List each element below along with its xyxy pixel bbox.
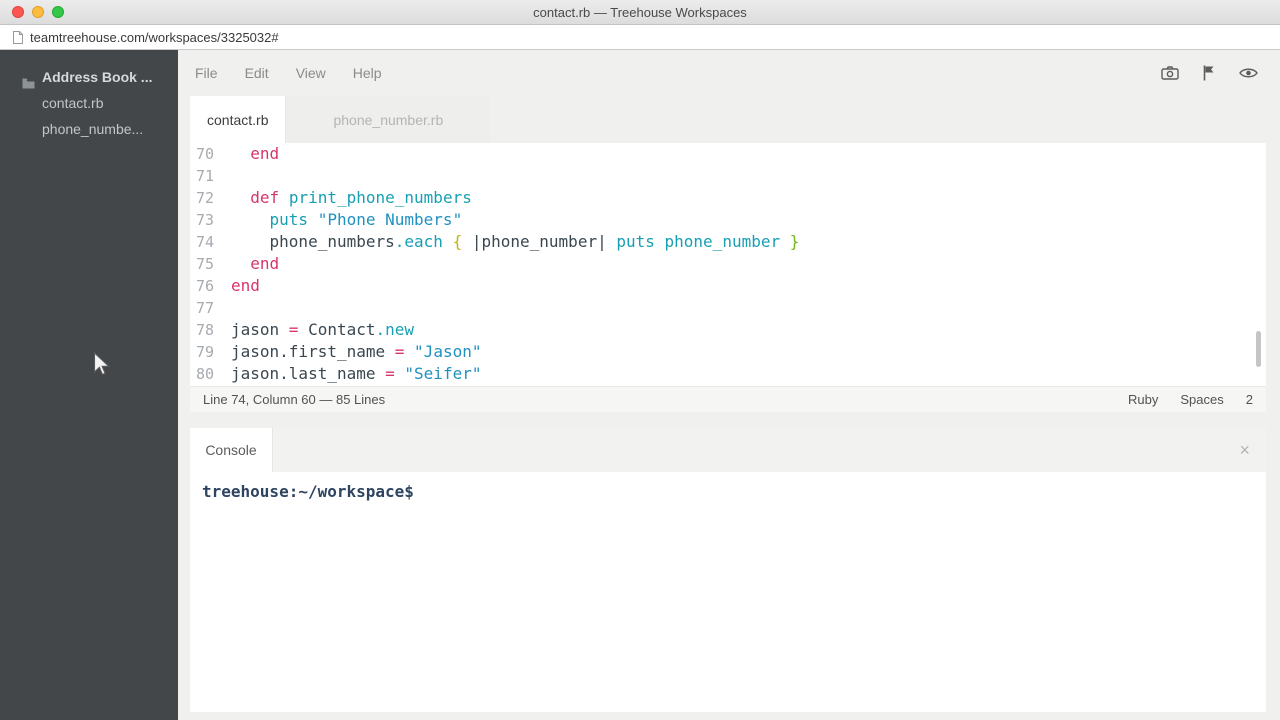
- tab-phone-number-rb[interactable]: phone_number.rb: [285, 96, 490, 143]
- flag-icon[interactable]: [1203, 65, 1215, 81]
- code-text: def print_phone_numbers: [231, 188, 472, 207]
- code-text: phone_numbers.each { |phone_number| puts…: [231, 232, 799, 251]
- line-number: 78: [192, 319, 214, 341]
- console-tab[interactable]: Console: [190, 428, 273, 472]
- line-number: 80: [192, 363, 214, 385]
- code-line: 77: [190, 297, 1266, 319]
- camera-icon[interactable]: [1161, 66, 1179, 80]
- console-terminal[interactable]: treehouse:~/workspace$: [190, 472, 1266, 712]
- code-line: 70 end: [190, 143, 1266, 165]
- status-indent-value[interactable]: 2: [1246, 392, 1253, 407]
- url-bar[interactable]: teamtreehouse.com/workspaces/3325032#: [0, 25, 1280, 50]
- sidebar-item-address-book[interactable]: Address Book ...: [0, 64, 178, 90]
- tab-contact-rb[interactable]: contact.rb: [190, 96, 285, 143]
- sidebar-item-phone-number-rb[interactable]: phone_numbe...: [0, 116, 178, 142]
- code-line: 76 end: [190, 275, 1266, 297]
- code-text: end: [231, 144, 279, 163]
- code-line: 72 def print_phone_numbers: [190, 187, 1266, 209]
- eye-icon[interactable]: [1239, 67, 1258, 79]
- code-editor[interactable]: 70 end7172 def print_phone_numbers73 put…: [190, 143, 1266, 386]
- line-number: 76: [192, 275, 214, 297]
- window-titlebar: contact.rb — Treehouse Workspaces: [0, 0, 1280, 25]
- code-text: puts "Phone Numbers": [231, 210, 462, 229]
- line-number: 70: [192, 143, 214, 165]
- sidebar-item-label: contact.rb: [42, 95, 103, 111]
- status-right: Ruby Spaces 2: [1128, 392, 1253, 407]
- tab-label: phone_number.rb: [333, 112, 443, 128]
- menu-item-file[interactable]: File: [195, 65, 218, 81]
- line-number: 73: [192, 209, 214, 231]
- status-language[interactable]: Ruby: [1128, 392, 1158, 407]
- status-indent-label[interactable]: Spaces: [1180, 392, 1223, 407]
- tab-label: contact.rb: [207, 112, 268, 128]
- main-pane: File Edit View Help contact.rb: [178, 50, 1280, 720]
- console-close-icon[interactable]: ×: [1239, 441, 1266, 459]
- code-line: 75 end: [190, 253, 1266, 275]
- menu-item-help[interactable]: Help: [353, 65, 382, 81]
- page-icon: [12, 30, 24, 45]
- sidebar-item-label: phone_numbe...: [42, 121, 143, 137]
- code-line: 80 jason.last_name = "Seifer": [190, 363, 1266, 385]
- code-text: jason.last_name = "Seifer": [231, 364, 481, 383]
- window-title: contact.rb — Treehouse Workspaces: [0, 5, 1280, 20]
- sidebar-item-label: Address Book ...: [42, 69, 152, 85]
- toolbar-icons: [1161, 65, 1258, 81]
- mouse-cursor: [93, 352, 111, 383]
- status-cursor-position: Line 74, Column 60 — 85 Lines: [203, 392, 385, 407]
- line-number: 72: [192, 187, 214, 209]
- code-text: jason = Contact.new: [231, 320, 414, 339]
- sidebar-item-contact-rb[interactable]: contact.rb: [0, 90, 178, 116]
- line-number: 74: [192, 231, 214, 253]
- file-sidebar: Address Book ... contact.rb phone_numbe.…: [0, 50, 178, 720]
- line-number: 77: [192, 297, 214, 319]
- code-lines: 70 end7172 def print_phone_numbers73 put…: [190, 143, 1266, 385]
- line-number: 79: [192, 341, 214, 363]
- menu-bar: File Edit View Help: [178, 50, 1280, 96]
- code-text: end: [231, 254, 279, 273]
- code-line: 78 jason = Contact.new: [190, 319, 1266, 341]
- code-line: 71: [190, 165, 1266, 187]
- editor-statusbar: Line 74, Column 60 — 85 Lines Ruby Space…: [190, 386, 1266, 412]
- code-line: 79 jason.first_name = "Jason": [190, 341, 1266, 363]
- editor-scrollbar[interactable]: [1256, 331, 1261, 367]
- code-text: jason.first_name = "Jason": [231, 342, 481, 361]
- url-text[interactable]: teamtreehouse.com/workspaces/3325032#: [30, 30, 279, 45]
- menu-item-edit[interactable]: Edit: [245, 65, 269, 81]
- console-header: Console ×: [190, 428, 1266, 472]
- workspace-window: contact.rb — Treehouse Workspaces teamtr…: [0, 0, 1280, 720]
- line-number: 75: [192, 253, 214, 275]
- editor-tabbar: contact.rb phone_number.rb: [178, 96, 1280, 143]
- line-number: 71: [192, 165, 214, 187]
- code-line: 73 puts "Phone Numbers": [190, 209, 1266, 231]
- code-text: end: [231, 276, 260, 295]
- console-prompt: treehouse:~/workspace$: [202, 482, 414, 501]
- menu-item-view[interactable]: View: [296, 65, 326, 81]
- console-panel: Console × treehouse:~/workspace$: [190, 428, 1266, 712]
- code-line: 74 phone_numbers.each { |phone_number| p…: [190, 231, 1266, 253]
- console-tab-label: Console: [205, 442, 256, 458]
